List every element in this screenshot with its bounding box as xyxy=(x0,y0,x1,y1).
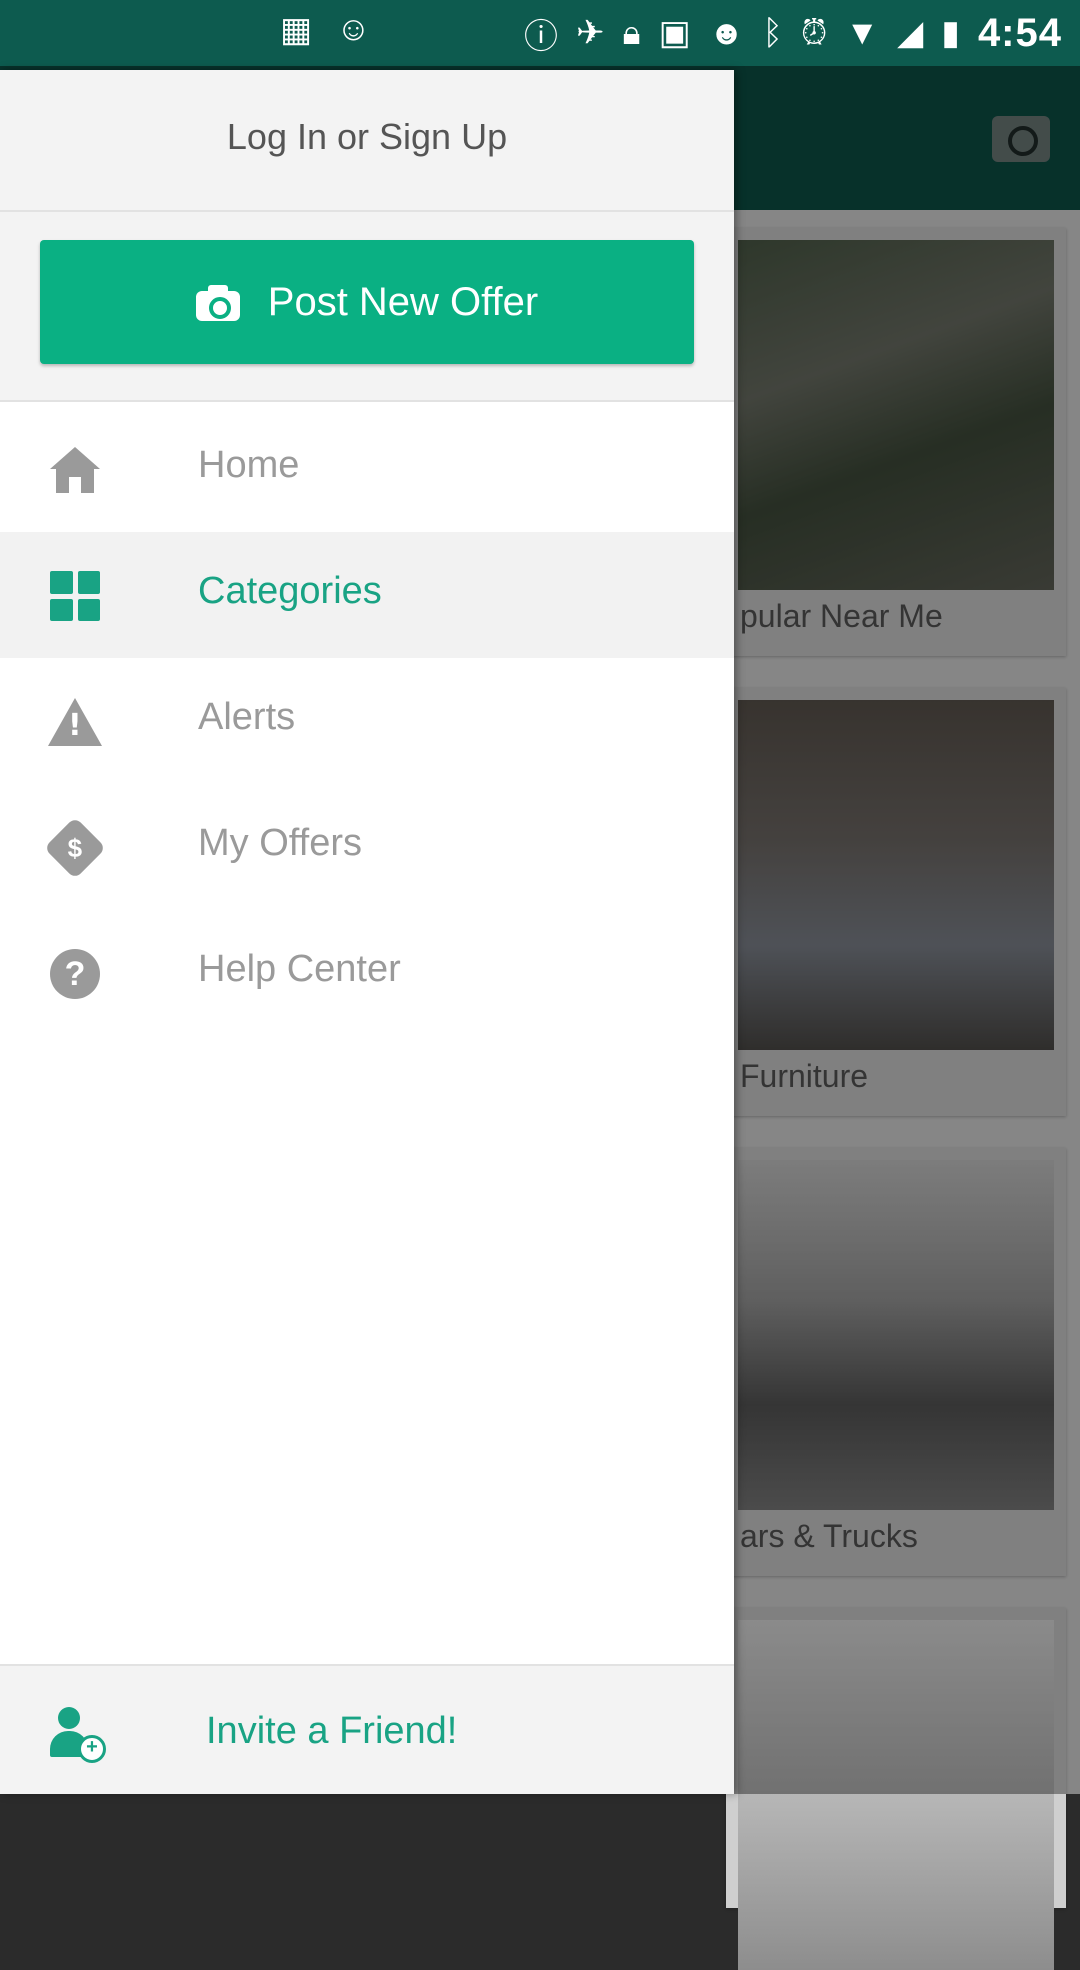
satellite-icon: ✈ xyxy=(575,14,605,52)
divider xyxy=(0,400,734,402)
android-icon: ▣ xyxy=(658,14,691,52)
clock: 4:54 xyxy=(977,10,1062,55)
drawer-header: Log In or Sign Up Post New Offer xyxy=(0,70,734,400)
camera-icon xyxy=(195,285,240,321)
invite-friend-item[interactable]: + Invite a Friend! xyxy=(0,1666,734,1794)
menu-item-label: Home xyxy=(198,444,300,486)
menu-item-categories[interactable]: Categories xyxy=(0,532,734,658)
menu-item-label: My Offers xyxy=(198,822,362,864)
status-bar: ▦ ☺ ⓘ ✈ 🔒︎ ▣ ☻ ᛒ ⏰︎ ▼ ◢ ▮ 4:54 xyxy=(0,0,1080,66)
battery-icon: ▮ xyxy=(941,14,960,52)
menu-item-my-offers[interactable]: $ My Offers xyxy=(0,784,734,910)
menu-item-label: Categories xyxy=(198,570,382,612)
status-right-icons: ⓘ ✈ 🔒︎ ▣ ☻ ᛒ ⏰︎ ▼ ◢ ▮ 4:54 xyxy=(524,10,1062,56)
divider xyxy=(0,210,734,212)
alert-icon xyxy=(48,695,102,749)
info-icon: ⓘ xyxy=(523,17,558,56)
login-link[interactable]: Log In or Sign Up xyxy=(0,116,734,158)
menu-item-label: Help Center xyxy=(198,948,401,990)
menu-item-label: Alerts xyxy=(198,696,296,738)
menu-item-alerts[interactable]: Alerts xyxy=(0,658,734,784)
wifi-icon: ▼ xyxy=(845,13,880,52)
navigation-drawer: Log In or Sign Up Post New Offer Home Ca… xyxy=(0,70,734,1794)
help-icon: ? xyxy=(48,947,102,1001)
grid-icon: ▦ xyxy=(280,11,313,49)
categories-icon xyxy=(48,569,102,623)
home-icon xyxy=(48,443,102,497)
smile-icon: ☺ xyxy=(336,10,371,48)
menu-item-home[interactable]: Home xyxy=(0,406,734,532)
alarm-icon: ⏰︎ xyxy=(800,13,828,52)
post-new-offer-button[interactable]: Post New Offer xyxy=(40,240,694,364)
menu-item-help-center[interactable]: ? Help Center xyxy=(0,910,734,1036)
invite-friend-label: Invite a Friend! xyxy=(206,1710,458,1752)
smile-icon: ☻ xyxy=(708,13,745,52)
lock-icon: 🔒︎ xyxy=(622,13,641,52)
post-button-label: Post New Offer xyxy=(267,279,539,324)
no-signal-icon: ◢ xyxy=(897,14,924,52)
bluetooth-icon: ᛒ xyxy=(762,13,783,52)
status-left-icons: ▦ ☺ xyxy=(280,10,371,50)
price-tag-icon: $ xyxy=(43,816,107,880)
add-user-icon: + xyxy=(48,1706,106,1763)
